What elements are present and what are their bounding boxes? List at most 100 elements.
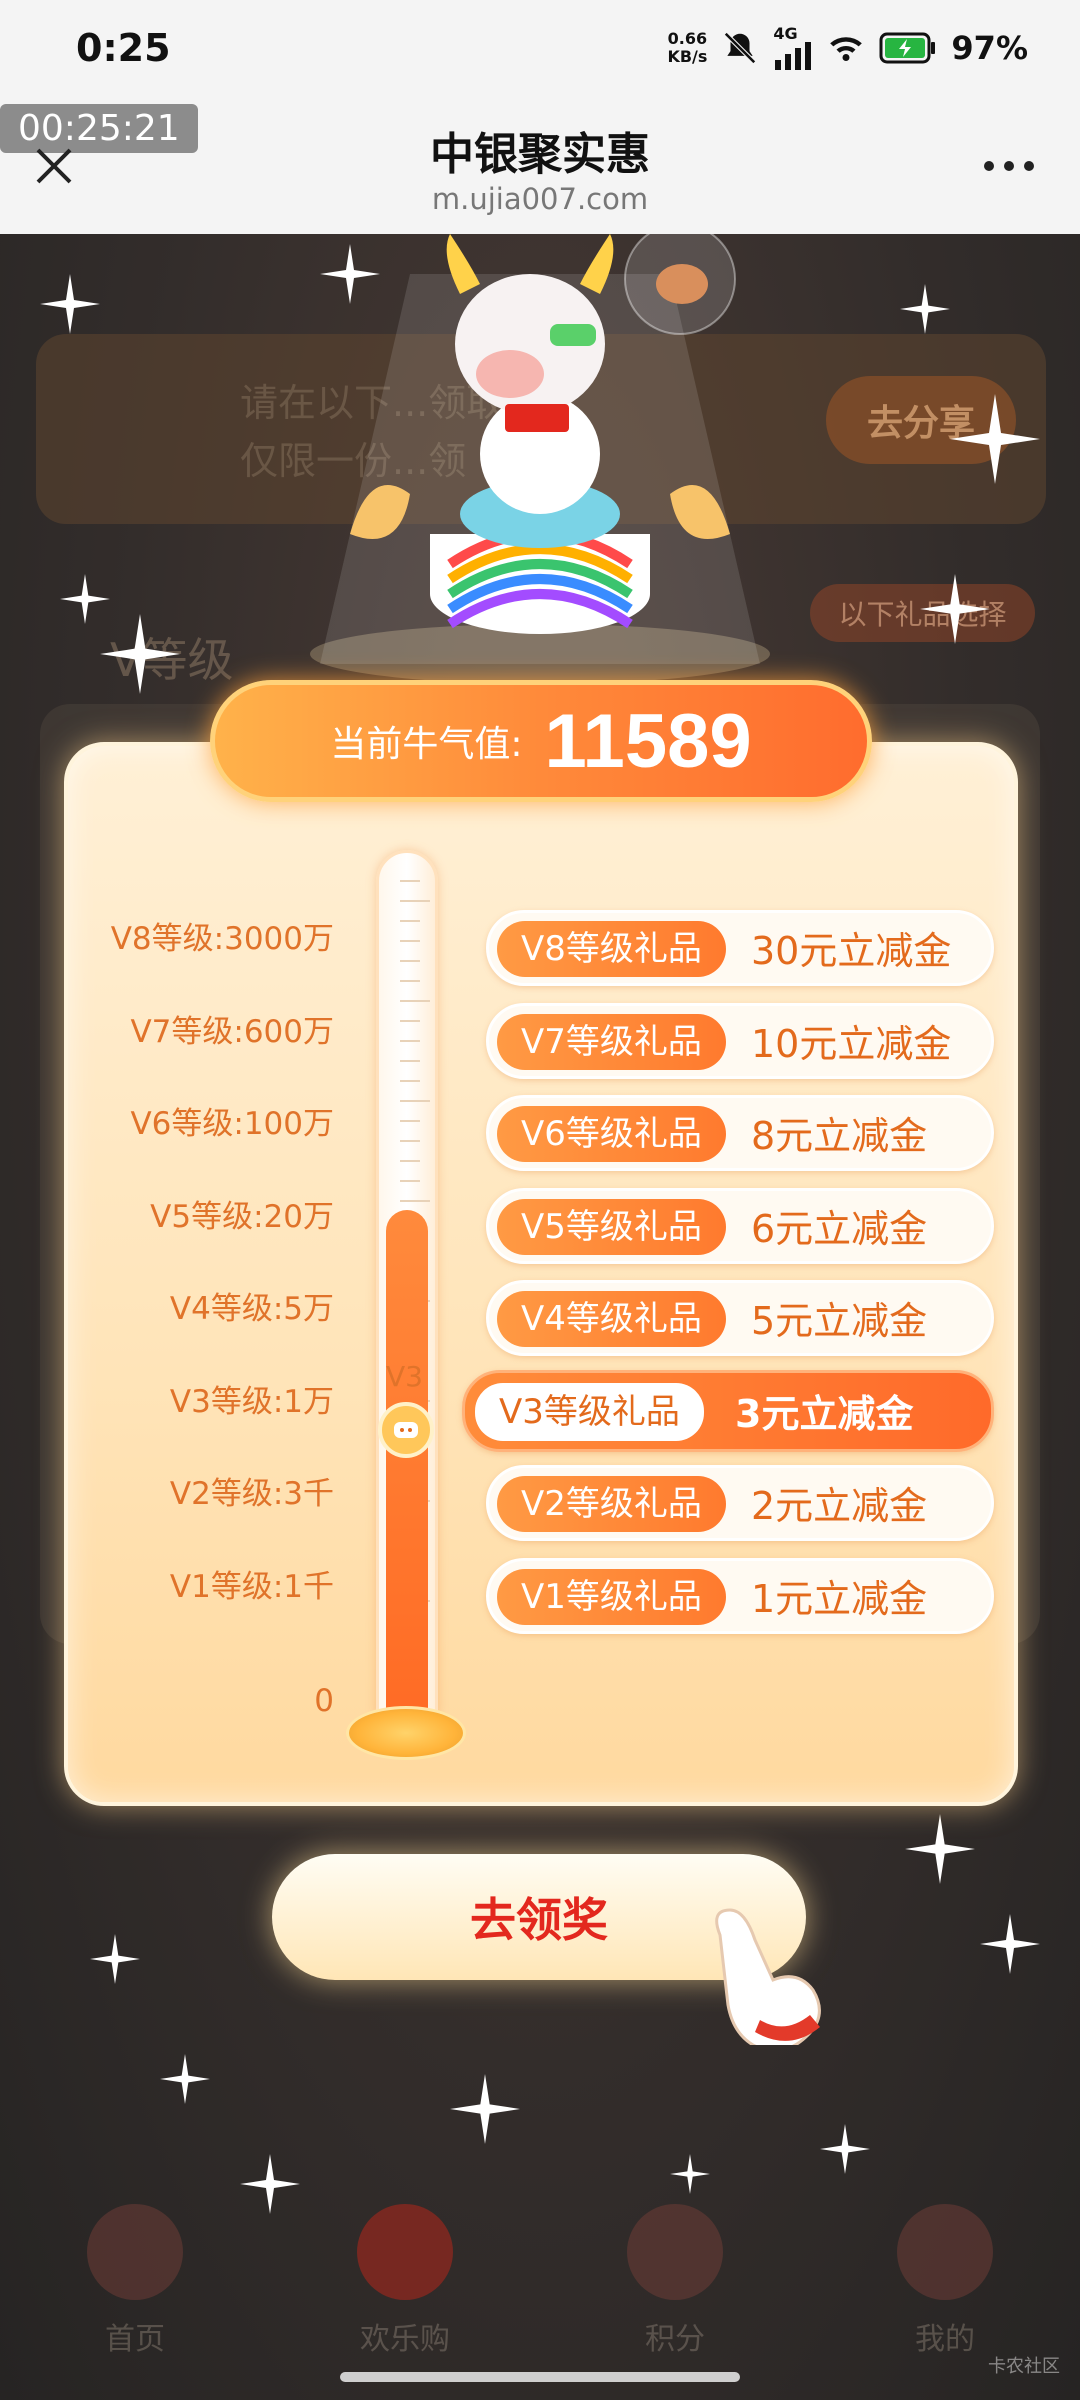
status-bar: 0:25 0.66 KB/s 4G 97%	[0, 0, 1080, 96]
thermometer-tick	[400, 940, 420, 942]
nav-shop: 欢乐购	[270, 2194, 540, 2384]
thermometer-tick	[400, 1100, 430, 1102]
reward-amount: 3元立减金	[735, 1391, 914, 1436]
thermometer-tick	[400, 1140, 420, 1142]
sparkle-icon	[950, 394, 1040, 484]
reward-amount: 10元立减金	[751, 1021, 952, 1066]
sparkle-icon	[100, 614, 180, 694]
cow-face-icon	[394, 1422, 418, 1438]
network-type: 4G	[773, 24, 798, 43]
sparkle-icon	[820, 2124, 870, 2174]
sparkle-icon	[160, 2054, 210, 2104]
reward-row: V1等级礼品 1元立减金	[486, 1557, 994, 1634]
status-time: 0:25	[76, 26, 171, 70]
reward-amount: 5元立减金	[751, 1299, 928, 1343]
reward-amount: 8元立减金	[751, 1114, 928, 1158]
sparkle-icon	[920, 574, 990, 644]
status-icons: 0.66 KB/s 4G 97%	[667, 26, 1028, 70]
page-title: 中银聚实惠	[430, 129, 650, 180]
level-threshold-label: V2等级:3千	[169, 1476, 334, 1512]
thermometer-tick	[400, 1200, 430, 1202]
sparkle-icon	[450, 2074, 520, 2144]
thermometer-tick	[400, 900, 430, 902]
sparkle-icon	[905, 1814, 975, 1884]
thermometer-tick	[400, 880, 420, 882]
mute-bell-icon	[724, 32, 757, 64]
score-pill: 当前牛气值: 11589	[210, 680, 872, 802]
reward-level-tag: V7等级礼品	[497, 1013, 726, 1070]
reward-amount: 6元立减金	[751, 1206, 928, 1251]
level-threshold-label: V3等级:1万	[169, 1383, 334, 1420]
shop-icon	[357, 2204, 453, 2300]
thermometer-tick	[400, 1180, 420, 1182]
reward-level-tag: V4等级礼品	[497, 1291, 726, 1347]
thermometer-tick	[400, 1160, 420, 1162]
reward-row: V5等级礼品 6元立减金	[486, 1187, 994, 1264]
thermometer-tick	[400, 1120, 420, 1122]
level-threshold-label: V8等级:3000万	[110, 921, 334, 957]
reward-level-tag: V1等级礼品	[497, 1568, 726, 1625]
thermometer-tick	[400, 960, 420, 962]
sparkle-icon	[90, 1934, 140, 1984]
signal-icon	[775, 42, 812, 70]
level-threshold-label: V5等级:20万	[150, 1198, 334, 1235]
home-indicator	[340, 2372, 740, 2382]
nav-points: 积分	[540, 2194, 810, 2384]
butterfly-icon	[627, 2204, 723, 2300]
cow-mascot-illustration	[310, 234, 770, 684]
progress-fill	[386, 1210, 428, 1736]
net-speed-value: 0.66	[667, 29, 708, 48]
battery-percent: 97%	[951, 29, 1028, 67]
thermometer-base	[346, 1706, 466, 1760]
level-threshold-label: V6等级:100万	[130, 1106, 334, 1142]
level-threshold-label: V7等级:600万	[130, 1013, 334, 1050]
thermometer-tick	[400, 920, 420, 922]
reward-level-tag: V3等级礼品	[475, 1382, 704, 1441]
current-level-marker	[378, 1402, 434, 1458]
reward-row: V8等级礼品 30元立减金	[486, 910, 994, 986]
bottom-nav: 首页 欢乐购 积分 我的	[0, 2194, 1080, 2384]
thermometer-tick	[400, 1020, 420, 1022]
reward-row: V6等级礼品 8元立减金	[486, 1095, 994, 1171]
reward-level-tag: V8等级礼品	[497, 921, 726, 977]
page-url: m.ujia007.com	[431, 182, 649, 216]
net-speed-unit: KB/s	[667, 47, 708, 66]
battery-icon	[879, 32, 936, 64]
sparkle-icon	[900, 284, 950, 334]
level-card	[64, 742, 1018, 1806]
thermometer-tick	[400, 1000, 430, 1002]
thermometer-tick	[400, 1060, 420, 1062]
browser-header: 00:25:21 中银聚实惠 m.ujia007.com	[0, 96, 1080, 234]
score-value: 11589	[544, 698, 752, 784]
sparkle-icon	[40, 274, 100, 334]
current-level-label: V3	[386, 1360, 423, 1393]
net-speed: 0.66 KB/s	[667, 30, 707, 66]
reward-row: V2等级礼品 2元立减金	[486, 1465, 994, 1541]
watermark: 卡农社区	[988, 2356, 1060, 2377]
reward-row: V7等级礼品 10元立减金	[486, 1002, 994, 1079]
level-threshold-label: V4等级:5万	[169, 1291, 334, 1327]
more-options-icon[interactable]	[984, 156, 1044, 176]
sparkle-icon	[670, 2154, 710, 2194]
score-label: 当前牛气值:	[330, 724, 523, 765]
level-threshold-label: V1等级:1千	[169, 1568, 334, 1605]
reward-level-tag: V6等级礼品	[497, 1106, 726, 1162]
zero-label: 0	[314, 1683, 334, 1719]
reward-amount: 2元立减金	[751, 1484, 928, 1528]
reward-amount: 1元立减金	[751, 1576, 928, 1621]
sparkle-icon	[240, 2154, 300, 2214]
thermometer-tick	[400, 980, 420, 982]
reward-row: V4等级礼品 5元立减金	[486, 1280, 994, 1356]
pointing-hand-icon	[715, 1908, 821, 2045]
home-icon	[87, 2204, 183, 2300]
wifi-icon	[830, 37, 863, 61]
reward-row: V3等级礼品 3元立减金	[462, 1369, 994, 1452]
nav-home: 首页	[0, 2194, 270, 2384]
thermometer-tick	[400, 1040, 420, 1042]
reward-level-tag: V2等级礼品	[497, 1476, 726, 1532]
reward-amount: 30元立减金	[751, 929, 952, 973]
sparkle-icon	[60, 574, 110, 624]
reward-level-tag: V5等级礼品	[497, 1198, 726, 1255]
swallow-icon	[897, 2204, 993, 2300]
thermometer-tick	[400, 1080, 420, 1082]
